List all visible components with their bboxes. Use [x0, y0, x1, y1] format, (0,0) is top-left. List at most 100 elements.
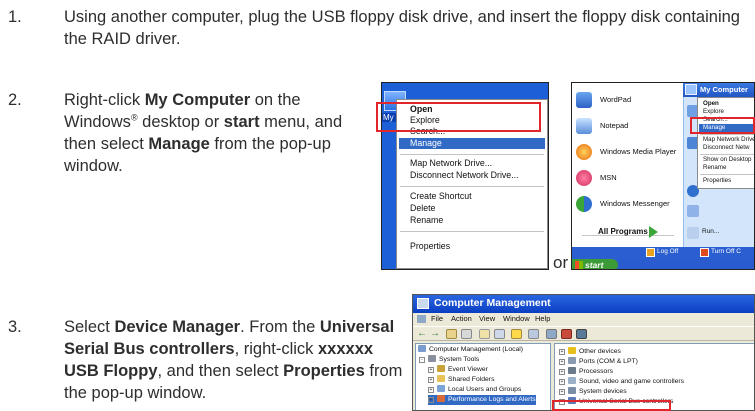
run-label[interactable]: Run... [702, 228, 719, 235]
menu-item-properties[interactable]: Properties [410, 241, 450, 252]
expand-icon[interactable]: + [428, 397, 434, 403]
tree-item[interactable]: - System Tools [419, 355, 479, 365]
program-msn[interactable]: MSN [574, 167, 682, 189]
tree-item[interactable]: + Event Viewer [428, 365, 488, 375]
log-off-button[interactable]: Log Off [657, 248, 678, 255]
performance-icon [437, 395, 445, 402]
all-programs-arrow-icon [649, 226, 658, 238]
uninstall-icon[interactable] [561, 329, 572, 339]
turn-off-icon [700, 248, 709, 257]
disable-icon[interactable] [576, 329, 587, 339]
program-media-player[interactable]: Windows Media Player [574, 141, 682, 163]
registered-mark: ® [130, 112, 138, 123]
system-devices-icon [568, 387, 576, 394]
sound-icon [568, 377, 576, 384]
my-computer-context-menu: Open Explore Search... Manage Map Networ… [697, 97, 754, 189]
menu-separator [400, 154, 544, 155]
toolbar: ← → [413, 326, 754, 341]
step-1: 1. Using another computer, plug the USB … [8, 6, 753, 56]
tree-item[interactable]: + Sound, video and game controllers [559, 377, 684, 387]
expand-icon[interactable]: + [559, 379, 565, 385]
or-label: or [553, 253, 569, 272]
turn-off-button[interactable]: Turn Off C [711, 248, 741, 255]
tree-item-label: Ports (COM & LPT) [579, 358, 638, 365]
tree-item[interactable]: Computer Management (Local) [418, 345, 523, 355]
menu-item-rename[interactable]: Rename [703, 164, 726, 172]
show-tree-icon[interactable] [461, 329, 472, 339]
menu-item-rename[interactable]: Rename [410, 215, 443, 226]
program-label: Notepad [600, 121, 629, 130]
bold-term-start: start [223, 113, 260, 131]
all-programs-label[interactable]: All Programs [598, 227, 648, 236]
menu-item-manage[interactable]: Manage [399, 138, 545, 149]
program-label: MSN [600, 173, 617, 182]
text-run: , and then select [157, 362, 284, 380]
scan-icon[interactable] [528, 329, 539, 339]
tree-item[interactable]: + Ports (COM & LPT) [559, 357, 638, 367]
menu-file[interactable]: File [431, 314, 443, 323]
menu-view[interactable]: View [479, 314, 495, 323]
back-arrow-icon[interactable]: ← [417, 328, 427, 339]
tree-item[interactable]: + Performance Logs and Alerts [428, 395, 536, 405]
step-number: 2. [8, 91, 22, 109]
users-icon [437, 385, 445, 392]
expand-icon[interactable]: + [428, 367, 434, 373]
tree-item[interactable]: + Local Users and Groups [428, 385, 521, 395]
menu-item-map-network-drive[interactable]: Map Network Drive... [410, 158, 492, 169]
menu-item-show-on-desktop[interactable]: Show on Desktop [703, 156, 752, 164]
program-wordpad[interactable]: WordPad [574, 89, 682, 111]
expand-icon[interactable]: + [559, 389, 565, 395]
event-viewer-icon [437, 365, 445, 372]
menu-item-create-shortcut[interactable]: Create Shortcut [410, 191, 472, 202]
expand-icon[interactable]: + [559, 349, 565, 355]
program-messenger[interactable]: Windows Messenger [574, 193, 682, 215]
help-icon[interactable] [511, 329, 522, 339]
menu-item-explore[interactable]: Explore [703, 108, 724, 116]
collapse-icon[interactable]: - [419, 357, 425, 363]
tree-item[interactable]: + Other devices [559, 347, 621, 357]
menu-item-delete[interactable]: Delete [410, 203, 435, 214]
tree-item[interactable]: + Processors [559, 367, 613, 377]
expand-icon[interactable]: + [559, 369, 565, 375]
tree-item-label: System devices [579, 388, 627, 395]
menu-separator [400, 231, 544, 232]
expand-icon[interactable]: + [428, 387, 434, 393]
menu-item-disconnect-network[interactable]: Disconnect Netw [703, 144, 749, 152]
menu-item-open[interactable]: Open [703, 100, 719, 108]
tree-item-label: Sound, video and game controllers [579, 378, 685, 385]
text-run: Select [64, 318, 115, 336]
expand-icon[interactable]: + [428, 377, 434, 383]
menu-item-disconnect-network-drive[interactable]: Disconnect Network Drive... [410, 170, 519, 181]
menu-window[interactable]: Window [503, 314, 530, 323]
wordpad-icon [576, 92, 592, 108]
tree-item-label: Computer Management (Local) [429, 346, 524, 353]
properties-icon[interactable] [479, 329, 490, 339]
media-player-icon [576, 144, 592, 160]
tree-item-label: Event Viewer [448, 366, 488, 373]
menu-item-properties[interactable]: Properties [703, 177, 731, 185]
program-notepad[interactable]: Notepad [574, 115, 682, 137]
menu-separator [700, 174, 754, 175]
tree-item[interactable]: + System devices [559, 387, 627, 397]
update-driver-icon[interactable] [546, 329, 557, 339]
window-title: Computer Management [434, 297, 551, 309]
program-label: WordPad [600, 95, 632, 104]
tree-item[interactable]: + Shared Folders [428, 375, 494, 385]
bold-term-device-manager: Device Manager [114, 318, 241, 336]
menu-action[interactable]: Action [451, 314, 472, 323]
start-menu-screenshot: WordPad Notepad Windows Media Player MSN… [571, 82, 755, 270]
up-folder-icon[interactable] [446, 329, 457, 339]
program-label: Windows Media Player [600, 147, 677, 156]
menu-item-map-network-drive[interactable]: Map Network Drive... [703, 136, 754, 144]
print-icon[interactable] [494, 329, 505, 339]
window-menu-icon[interactable] [417, 315, 426, 323]
msn-icon [576, 170, 592, 186]
menu-help[interactable]: Help [535, 314, 550, 323]
step-3: 3. Select Device Manager. From the Unive… [8, 316, 403, 411]
expand-icon[interactable]: + [559, 359, 565, 365]
tree-item-label: Local Users and Groups [448, 386, 522, 393]
menu-separator [700, 154, 754, 155]
my-computer-label[interactable]: My Computer [700, 85, 748, 94]
forward-arrow-icon[interactable]: → [430, 328, 440, 339]
step-text: Using another computer, plug the USB flo… [64, 8, 740, 48]
